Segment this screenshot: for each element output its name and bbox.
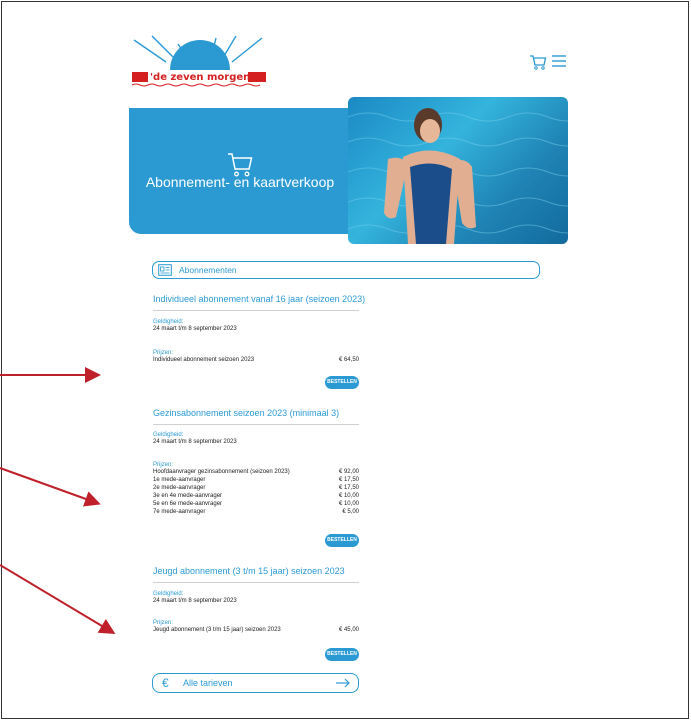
price-amount: € 17,50 [338, 477, 359, 483]
menu-icon[interactable] [551, 54, 567, 68]
subscription-title: Individueel abonnement vanaf 16 jaar (se… [153, 294, 366, 304]
price-amount: € 64,50 [338, 357, 359, 363]
price-amount: € 45,00 [338, 627, 359, 633]
order-button[interactable]: BESTELLEN [325, 534, 359, 547]
validity-label: Geldigheid: [153, 591, 184, 597]
logo-text: 'de zeven morgen' [150, 72, 254, 83]
price-amount: € 5,00 [342, 509, 359, 515]
price-name: 3e en 4e mede-aanvrager [153, 493, 223, 499]
price-amount: € 10,00 [338, 501, 359, 507]
cart-icon[interactable] [529, 53, 547, 71]
id-card-icon [158, 264, 172, 276]
prices-label: Prijzen: [153, 620, 174, 626]
divider [153, 310, 359, 311]
validity-value: 24 maart t/m 8 september 2023 [153, 439, 237, 445]
validity-value: 24 maart t/m 8 september 2023 [153, 598, 237, 604]
order-button[interactable]: BESTELLEN [325, 648, 359, 661]
divider [153, 424, 359, 425]
price-amount: € 92,00 [338, 469, 359, 475]
logo[interactable]: 'de zeven morgen' [130, 32, 270, 92]
section-header-label: Abonnementen [179, 265, 237, 275]
validity-label: Geldigheid: [153, 319, 184, 325]
price-name: 1e mede-aanvrager [153, 477, 206, 483]
price-amount: € 17,50 [338, 485, 359, 491]
subscription-title: Gezinsabonnement seizoen 2023 (minimaal … [153, 408, 340, 418]
prices-label: Prijzen: [153, 462, 174, 468]
divider [153, 582, 359, 583]
subscription-title: Jeugd abonnement (3 t/m 15 jaar) seizoen… [153, 566, 345, 576]
hero-title: Abonnement- en kaartverkoop [145, 174, 335, 190]
price-amount: € 10,00 [338, 493, 359, 499]
arrow-right-icon [336, 678, 350, 688]
all-tariffs-label: Alle tarieven [183, 678, 233, 688]
price-name: 2e mede-aanvrager [153, 485, 206, 491]
swimmer-photo [348, 97, 568, 244]
price-name: Jeugd abonnement (3 t/m 15 jaar) seizoen… [153, 627, 281, 633]
sun-logo-icon [131, 35, 266, 87]
euro-icon: € [162, 676, 169, 690]
validity-value: 24 maart t/m 8 september 2023 [153, 326, 237, 332]
validity-label: Geldigheid: [153, 432, 184, 438]
price-name: Hoofdaanvrager gezinsabonnement (seizoen… [153, 469, 290, 475]
all-tariffs-button[interactable]: € Alle tarieven [152, 673, 359, 693]
price-name: 7e mede-aanvrager [153, 509, 206, 515]
price-name: 5e en 6e mede-aanvrager [153, 501, 223, 507]
order-button[interactable]: BESTELLEN [325, 376, 359, 389]
prices-label: Prijzen: [153, 350, 174, 356]
price-name: Individueel abonnement seizoen 2023 [153, 357, 255, 363]
section-header-abonnementen: Abonnementen [152, 261, 540, 279]
